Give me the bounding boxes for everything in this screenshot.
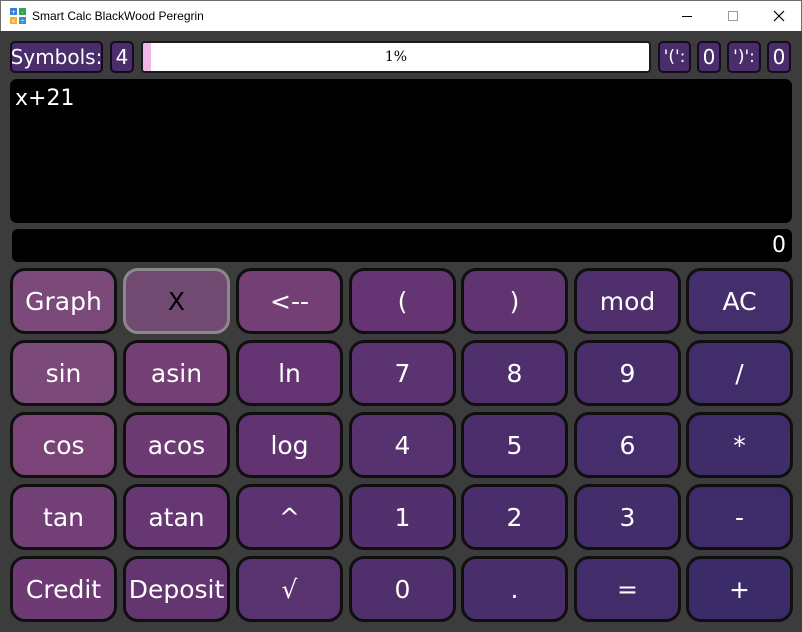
calculator-body: Symbols: 4 1% '(': 0 ')': 0 x+21 0 Graph… (0, 31, 802, 632)
svg-text:×: × (11, 18, 16, 24)
clear-button[interactable]: AC (686, 268, 793, 334)
decimal-button[interactable]: . (461, 556, 568, 622)
sqrt-button[interactable]: √ (236, 556, 343, 622)
divide-button[interactable]: / (686, 340, 793, 406)
minimize-button[interactable] (664, 1, 710, 31)
log-button[interactable]: log (236, 412, 343, 478)
power-button[interactable]: ^ (236, 484, 343, 550)
symbols-count: 4 (110, 41, 134, 73)
asin-button[interactable]: asin (123, 340, 230, 406)
close-paren-button[interactable]: ) (461, 268, 568, 334)
cos-button[interactable]: cos (10, 412, 117, 478)
digit-3-button[interactable]: 3 (574, 484, 681, 550)
title-bar: + - × ÷ Smart Calc BlackWood Peregrin (0, 0, 802, 31)
digit-8-button[interactable]: 8 (461, 340, 568, 406)
subtract-button[interactable]: - (686, 484, 793, 550)
close-paren-count: 0 (767, 41, 791, 73)
minimize-icon (682, 15, 692, 17)
acos-button[interactable]: acos (123, 412, 230, 478)
symbols-progress-bar: 1% (141, 41, 651, 73)
result-display: 0 (12, 229, 792, 262)
digit-9-button[interactable]: 9 (574, 340, 681, 406)
calculator-app-icon: + - × ÷ (10, 8, 26, 24)
digit-6-button[interactable]: 6 (574, 412, 681, 478)
expression-input[interactable]: x+21 (10, 79, 792, 223)
ln-button[interactable]: ln (236, 340, 343, 406)
x-button[interactable]: X (123, 268, 230, 334)
svg-text:+: + (11, 9, 16, 16)
open-paren-label: '(': (658, 41, 691, 73)
credit-button[interactable]: Credit (10, 556, 117, 622)
tan-button[interactable]: tan (10, 484, 117, 550)
maximize-icon (728, 11, 738, 21)
equals-button[interactable]: = (574, 556, 681, 622)
graph-button[interactable]: Graph (10, 268, 117, 334)
symbols-label: Symbols: (10, 41, 103, 73)
progress-text: 1% (384, 49, 408, 65)
open-paren-count: 0 (697, 41, 721, 73)
svg-text:÷: ÷ (20, 18, 25, 24)
close-button[interactable] (756, 1, 802, 31)
multiply-button[interactable]: * (686, 412, 793, 478)
atan-button[interactable]: atan (123, 484, 230, 550)
open-paren-button[interactable]: ( (349, 268, 456, 334)
maximize-button[interactable] (710, 1, 756, 31)
backspace-button[interactable]: <-- (236, 268, 343, 334)
svg-text:-: - (21, 9, 23, 16)
mod-button[interactable]: mod (574, 268, 681, 334)
close-paren-label: ')': (727, 41, 761, 73)
add-button[interactable]: + (686, 556, 793, 622)
digit-0-button[interactable]: 0 (349, 556, 456, 622)
digit-2-button[interactable]: 2 (461, 484, 568, 550)
close-icon (773, 10, 785, 22)
digit-5-button[interactable]: 5 (461, 412, 568, 478)
digit-7-button[interactable]: 7 (349, 340, 456, 406)
deposit-button[interactable]: Deposit (123, 556, 230, 622)
sin-button[interactable]: sin (10, 340, 117, 406)
digit-1-button[interactable]: 1 (349, 484, 456, 550)
digit-4-button[interactable]: 4 (349, 412, 456, 478)
window-title: Smart Calc BlackWood Peregrin (32, 9, 204, 23)
